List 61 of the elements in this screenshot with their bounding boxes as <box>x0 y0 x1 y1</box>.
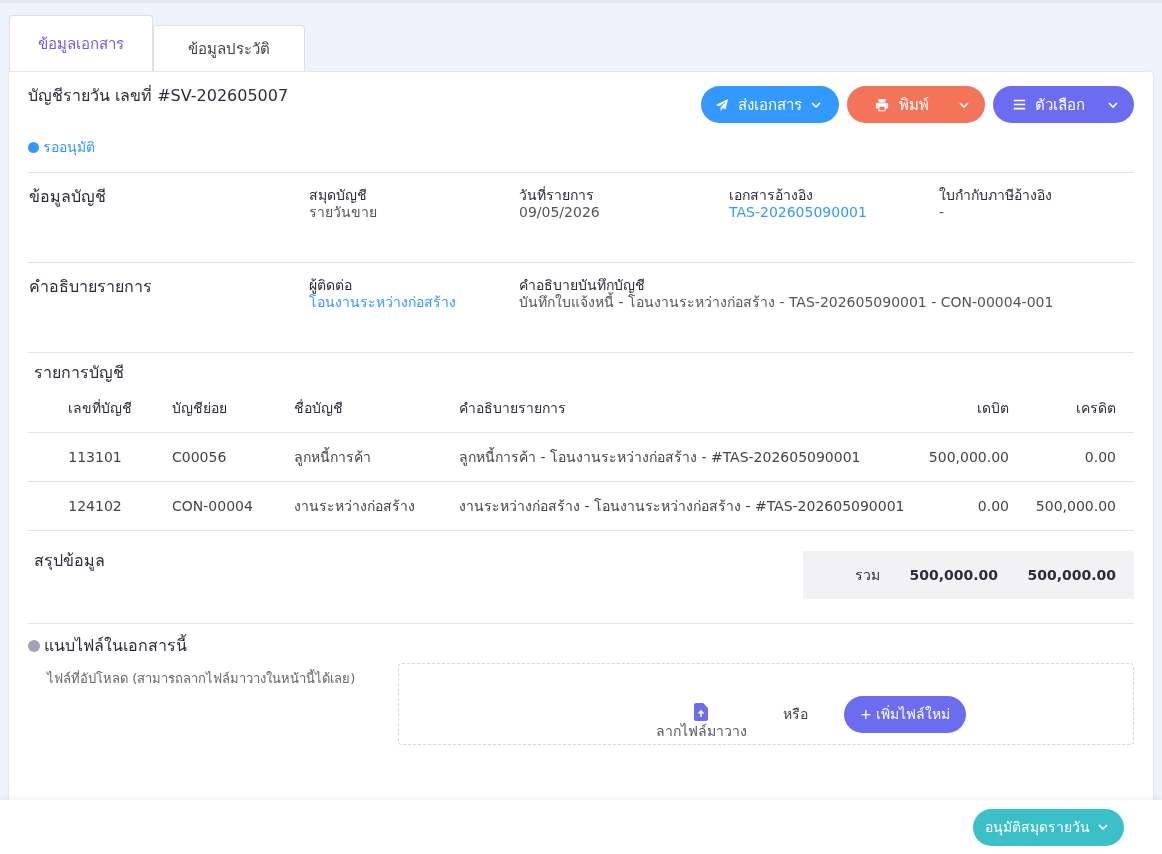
column-header: ชื่อบัญชี <box>293 384 458 433</box>
send-button[interactable]: ส่งเอกสาร <box>701 86 839 123</box>
field-link[interactable]: TAS-202605090001 <box>729 203 939 221</box>
document-title: บัญชีรายวัน เลขที่ #SV-202605007 <box>28 86 289 106</box>
table-cell: 500,000.00 <box>1027 481 1134 531</box>
print-button[interactable]: พิมพ์ <box>847 86 985 123</box>
tab[interactable]: ข้อมูลประวัติ <box>153 25 305 71</box>
or-label: หรือ <box>782 705 808 723</box>
column-header: เครดิต <box>1027 384 1134 433</box>
file-upload-icon <box>694 702 709 721</box>
field-value: - <box>939 203 946 221</box>
section-title: คำอธิบายรายการ <box>29 277 153 298</box>
field-label: คำอธิบายบันทึกบัญชี <box>519 277 646 293</box>
table-cell: 124102 <box>28 481 152 531</box>
status-label: รออนุมัติ <box>43 139 95 156</box>
column-header: เลขที่บัญชี <box>28 384 152 433</box>
field-label: สมุดบัญชี <box>309 187 368 204</box>
field-link[interactable]: โอนงานระหว่างก่อสร้าง <box>309 293 519 311</box>
column-header: คำอธิบายรายการ <box>458 384 920 433</box>
field-label: ใบกำกับภาษีอ้างอิง <box>939 187 1053 204</box>
field-label: เอกสารอ้างอิง <box>729 187 814 204</box>
table-cell: 113101 <box>28 432 152 482</box>
table-cell: 0.00 <box>1027 432 1134 482</box>
chevron-down-icon <box>1108 101 1118 108</box>
add-file-button[interactable]: + เพิ่มไฟล์ใหม่ <box>843 695 967 733</box>
menu-icon <box>1013 98 1026 111</box>
approve-button[interactable]: อนุมัติสมุดรายวัน <box>973 808 1124 846</box>
table-cell: 500,000.00 <box>920 432 1027 482</box>
total-debit: 500,000.00 <box>908 566 999 584</box>
chevron-down-icon <box>1098 824 1108 830</box>
section-title: รายการบัญชี <box>33 363 125 383</box>
total-label: รวม <box>855 566 880 584</box>
drop-zone[interactable]: ลากไฟล์มาวาง หรือ + เพิ่มไฟล์ใหม่ <box>398 663 1134 746</box>
table-cell: CON-00004 <box>152 481 293 531</box>
section-title: สรุปข้อมูล <box>33 551 105 573</box>
field-label: วันที่รายการ <box>519 187 595 204</box>
options-button[interactable]: ตัวเลือก <box>993 86 1134 123</box>
bullet-dot <box>28 639 40 652</box>
upload-hint: ไฟล์ที่อัปโหลด (สามารถลากไฟล์มาวางในหน้านี้ได้เลย) <box>45 668 356 689</box>
chevron-down-icon <box>959 101 969 108</box>
printer-icon <box>875 97 889 112</box>
table-cell: ลูกหนี้การค้า <box>293 432 458 482</box>
field-value: รายวันขาย <box>309 203 378 221</box>
table-cell: 0.00 <box>920 481 1027 531</box>
section-title: ข้อมูลบัญชี <box>29 187 107 209</box>
table-cell: งานระหว่างก่อสร้าง <box>293 481 458 531</box>
table-cell: ลูกหนี้การค้า - โอนงานระหว่างก่อสร้าง - #TAS-202605090001 <box>458 432 920 482</box>
field-label: ผู้ติดต่อ <box>309 277 352 294</box>
table-cell: C00056 <box>152 432 293 482</box>
column-header: บัญชีย่อย <box>152 384 293 433</box>
field-value: 09/05/2026 <box>519 203 601 221</box>
tab[interactable]: ข้อมูลเอกสาร <box>9 15 153 71</box>
paper-plane-icon <box>715 97 729 112</box>
status-dot <box>28 142 39 154</box>
drop-label: ลากไฟล์มาวาง <box>655 722 747 740</box>
column-header: เดบิต <box>920 384 1027 433</box>
field-value: บันทึกใบแจ้งหนี้ - โอนงานระหว่างก่อสร้าง - TAS-202605090001 - CON-00004-001 <box>519 293 1055 311</box>
section-title: แนบไฟล์ในเอกสารนี้ <box>44 636 187 656</box>
table-cell: งานระหว่างก่อสร้าง - โอนงานระหว่างก่อสร้าง - #TAS-202605090001 <box>458 481 920 531</box>
chevron-down-icon <box>811 101 821 108</box>
total-credit: 500,000.00 <box>1026 566 1117 584</box>
